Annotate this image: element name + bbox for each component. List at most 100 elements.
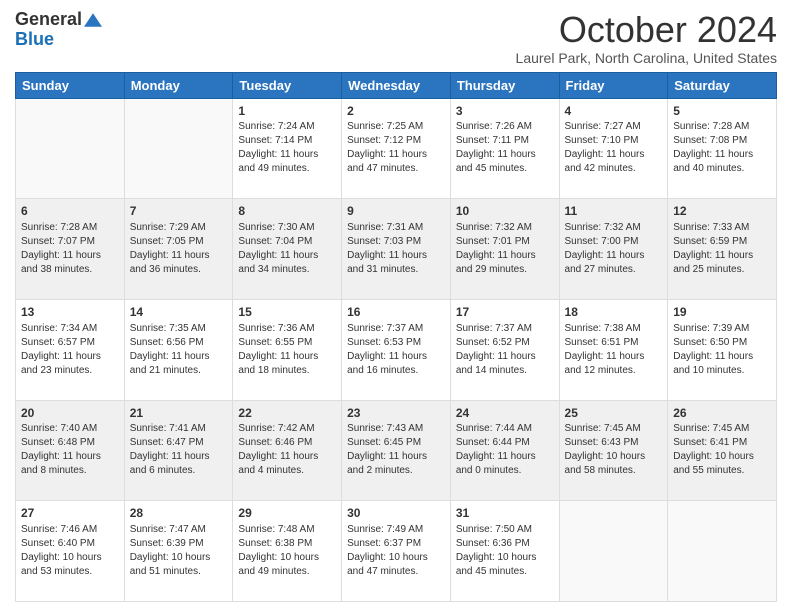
calendar-cell: 2Sunrise: 7:25 AM Sunset: 7:12 PM Daylig… [342, 98, 451, 199]
day-number: 17 [456, 304, 554, 321]
title-section: October 2024 Laurel Park, North Carolina… [516, 10, 777, 66]
week-row-3: 13Sunrise: 7:34 AM Sunset: 6:57 PM Dayli… [16, 299, 777, 400]
calendar-cell: 29Sunrise: 7:48 AM Sunset: 6:38 PM Dayli… [233, 501, 342, 602]
week-row-4: 20Sunrise: 7:40 AM Sunset: 6:48 PM Dayli… [16, 400, 777, 501]
day-info: Sunrise: 7:50 AM Sunset: 6:36 PM Dayligh… [456, 523, 554, 579]
calendar-cell: 22Sunrise: 7:42 AM Sunset: 6:46 PM Dayli… [233, 400, 342, 501]
calendar-cell: 13Sunrise: 7:34 AM Sunset: 6:57 PM Dayli… [16, 299, 125, 400]
day-number: 19 [673, 304, 771, 321]
day-number: 29 [238, 505, 336, 522]
day-number: 21 [130, 405, 228, 422]
calendar-cell: 19Sunrise: 7:39 AM Sunset: 6:50 PM Dayli… [668, 299, 777, 400]
page: General Blue October 2024 Laurel Park, N… [0, 0, 792, 612]
calendar-cell: 25Sunrise: 7:45 AM Sunset: 6:43 PM Dayli… [559, 400, 668, 501]
day-info: Sunrise: 7:44 AM Sunset: 6:44 PM Dayligh… [456, 422, 554, 478]
calendar-header-friday: Friday [559, 72, 668, 98]
calendar-cell: 17Sunrise: 7:37 AM Sunset: 6:52 PM Dayli… [450, 299, 559, 400]
day-info: Sunrise: 7:31 AM Sunset: 7:03 PM Dayligh… [347, 221, 445, 277]
day-info: Sunrise: 7:34 AM Sunset: 6:57 PM Dayligh… [21, 322, 119, 378]
day-info: Sunrise: 7:37 AM Sunset: 6:52 PM Dayligh… [456, 322, 554, 378]
day-number: 13 [21, 304, 119, 321]
calendar-cell: 5Sunrise: 7:28 AM Sunset: 7:08 PM Daylig… [668, 98, 777, 199]
day-number: 14 [130, 304, 228, 321]
calendar-cell: 15Sunrise: 7:36 AM Sunset: 6:55 PM Dayli… [233, 299, 342, 400]
calendar-cell: 1Sunrise: 7:24 AM Sunset: 7:14 PM Daylig… [233, 98, 342, 199]
calendar-cell [16, 98, 125, 199]
calendar-header-saturday: Saturday [668, 72, 777, 98]
day-number: 9 [347, 203, 445, 220]
day-info: Sunrise: 7:35 AM Sunset: 6:56 PM Dayligh… [130, 322, 228, 378]
calendar-cell: 12Sunrise: 7:33 AM Sunset: 6:59 PM Dayli… [668, 199, 777, 300]
day-number: 6 [21, 203, 119, 220]
calendar-cell: 8Sunrise: 7:30 AM Sunset: 7:04 PM Daylig… [233, 199, 342, 300]
calendar-cell: 4Sunrise: 7:27 AM Sunset: 7:10 PM Daylig… [559, 98, 668, 199]
day-number: 31 [456, 505, 554, 522]
logo-icon [84, 13, 102, 27]
day-number: 28 [130, 505, 228, 522]
logo: General Blue [15, 10, 102, 50]
calendar-cell: 21Sunrise: 7:41 AM Sunset: 6:47 PM Dayli… [124, 400, 233, 501]
day-info: Sunrise: 7:45 AM Sunset: 6:41 PM Dayligh… [673, 422, 771, 478]
day-number: 16 [347, 304, 445, 321]
day-number: 1 [238, 103, 336, 120]
day-info: Sunrise: 7:41 AM Sunset: 6:47 PM Dayligh… [130, 422, 228, 478]
day-info: Sunrise: 7:29 AM Sunset: 7:05 PM Dayligh… [130, 221, 228, 277]
day-number: 4 [565, 103, 663, 120]
week-row-2: 6Sunrise: 7:28 AM Sunset: 7:07 PM Daylig… [16, 199, 777, 300]
day-number: 26 [673, 405, 771, 422]
calendar-cell [668, 501, 777, 602]
day-info: Sunrise: 7:33 AM Sunset: 6:59 PM Dayligh… [673, 221, 771, 277]
logo-blue: Blue [15, 30, 54, 50]
day-info: Sunrise: 7:49 AM Sunset: 6:37 PM Dayligh… [347, 523, 445, 579]
day-info: Sunrise: 7:24 AM Sunset: 7:14 PM Dayligh… [238, 120, 336, 176]
day-info: Sunrise: 7:32 AM Sunset: 7:00 PM Dayligh… [565, 221, 663, 277]
day-number: 22 [238, 405, 336, 422]
day-info: Sunrise: 7:43 AM Sunset: 6:45 PM Dayligh… [347, 422, 445, 478]
calendar-header-tuesday: Tuesday [233, 72, 342, 98]
day-number: 3 [456, 103, 554, 120]
day-info: Sunrise: 7:47 AM Sunset: 6:39 PM Dayligh… [130, 523, 228, 579]
day-info: Sunrise: 7:38 AM Sunset: 6:51 PM Dayligh… [565, 322, 663, 378]
day-number: 27 [21, 505, 119, 522]
week-row-1: 1Sunrise: 7:24 AM Sunset: 7:14 PM Daylig… [16, 98, 777, 199]
calendar-cell: 3Sunrise: 7:26 AM Sunset: 7:11 PM Daylig… [450, 98, 559, 199]
calendar-cell: 16Sunrise: 7:37 AM Sunset: 6:53 PM Dayli… [342, 299, 451, 400]
day-info: Sunrise: 7:27 AM Sunset: 7:10 PM Dayligh… [565, 120, 663, 176]
day-number: 15 [238, 304, 336, 321]
month-title: October 2024 [516, 10, 777, 50]
calendar-table: SundayMondayTuesdayWednesdayThursdayFrid… [15, 72, 777, 602]
day-number: 12 [673, 203, 771, 220]
calendar-cell: 6Sunrise: 7:28 AM Sunset: 7:07 PM Daylig… [16, 199, 125, 300]
calendar-cell: 14Sunrise: 7:35 AM Sunset: 6:56 PM Dayli… [124, 299, 233, 400]
day-number: 8 [238, 203, 336, 220]
calendar-cell: 28Sunrise: 7:47 AM Sunset: 6:39 PM Dayli… [124, 501, 233, 602]
day-info: Sunrise: 7:28 AM Sunset: 7:08 PM Dayligh… [673, 120, 771, 176]
day-info: Sunrise: 7:45 AM Sunset: 6:43 PM Dayligh… [565, 422, 663, 478]
day-info: Sunrise: 7:32 AM Sunset: 7:01 PM Dayligh… [456, 221, 554, 277]
day-number: 18 [565, 304, 663, 321]
day-info: Sunrise: 7:25 AM Sunset: 7:12 PM Dayligh… [347, 120, 445, 176]
day-number: 2 [347, 103, 445, 120]
day-info: Sunrise: 7:30 AM Sunset: 7:04 PM Dayligh… [238, 221, 336, 277]
calendar-cell: 7Sunrise: 7:29 AM Sunset: 7:05 PM Daylig… [124, 199, 233, 300]
calendar-cell [559, 501, 668, 602]
calendar-header-thursday: Thursday [450, 72, 559, 98]
day-info: Sunrise: 7:40 AM Sunset: 6:48 PM Dayligh… [21, 422, 119, 478]
day-info: Sunrise: 7:39 AM Sunset: 6:50 PM Dayligh… [673, 322, 771, 378]
day-number: 11 [565, 203, 663, 220]
day-info: Sunrise: 7:36 AM Sunset: 6:55 PM Dayligh… [238, 322, 336, 378]
calendar-cell: 18Sunrise: 7:38 AM Sunset: 6:51 PM Dayli… [559, 299, 668, 400]
day-number: 23 [347, 405, 445, 422]
day-number: 7 [130, 203, 228, 220]
calendar-cell [124, 98, 233, 199]
calendar-cell: 31Sunrise: 7:50 AM Sunset: 6:36 PM Dayli… [450, 501, 559, 602]
day-info: Sunrise: 7:46 AM Sunset: 6:40 PM Dayligh… [21, 523, 119, 579]
header: General Blue October 2024 Laurel Park, N… [15, 10, 777, 66]
day-info: Sunrise: 7:26 AM Sunset: 7:11 PM Dayligh… [456, 120, 554, 176]
day-info: Sunrise: 7:37 AM Sunset: 6:53 PM Dayligh… [347, 322, 445, 378]
day-number: 25 [565, 405, 663, 422]
calendar-cell: 30Sunrise: 7:49 AM Sunset: 6:37 PM Dayli… [342, 501, 451, 602]
day-info: Sunrise: 7:42 AM Sunset: 6:46 PM Dayligh… [238, 422, 336, 478]
day-number: 10 [456, 203, 554, 220]
day-info: Sunrise: 7:48 AM Sunset: 6:38 PM Dayligh… [238, 523, 336, 579]
